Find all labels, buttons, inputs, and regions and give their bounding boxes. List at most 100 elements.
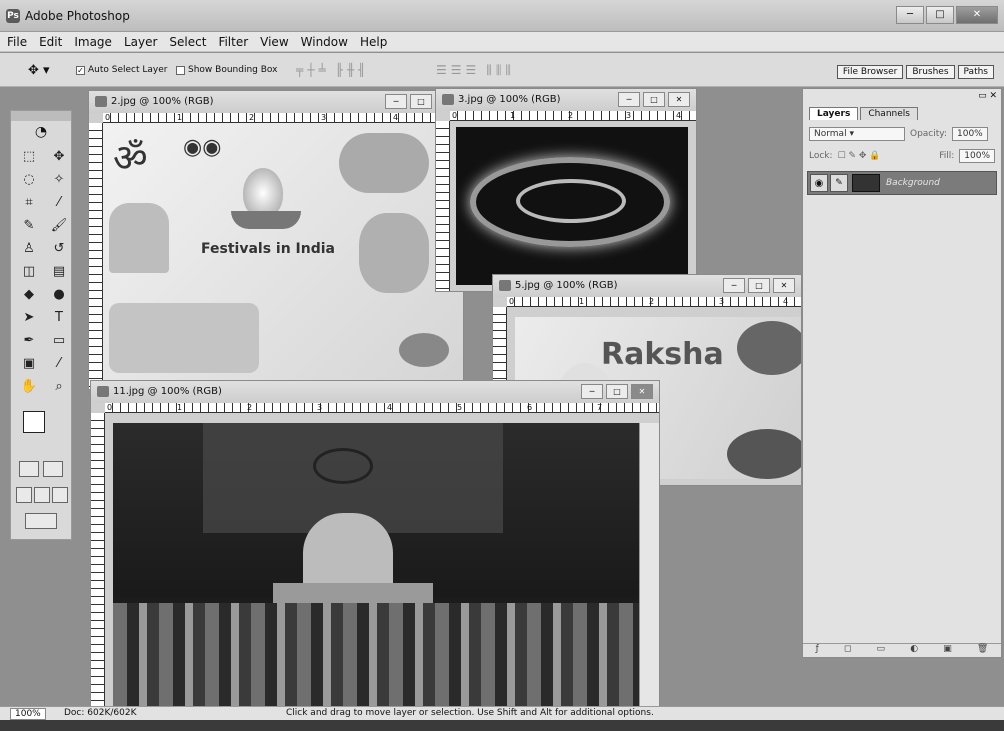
visibility-eye-icon[interactable]: ◉	[810, 174, 828, 192]
eyedropper-icon[interactable]: ⁄	[46, 354, 72, 374]
doc-close-button[interactable]: ✕	[773, 278, 795, 293]
auto-select-checkbox[interactable]: ✓	[76, 65, 85, 75]
crop-tool-icon[interactable]: ⌗	[16, 193, 42, 213]
opacity-field[interactable]: 100%	[952, 127, 988, 141]
new-layer-icon[interactable]: ▣	[943, 644, 952, 657]
zoom-level-field[interactable]: 100%	[10, 708, 46, 720]
doc-close-button[interactable]: ✕	[631, 384, 653, 399]
layer-style-icon[interactable]: ƒ	[816, 644, 819, 657]
tab-file-browser[interactable]: File Browser	[836, 65, 904, 79]
menu-window[interactable]: Window	[294, 32, 353, 49]
move-tool-icon[interactable]: ✥	[46, 147, 72, 167]
document-window-3[interactable]: 3.jpg @ 100% (RGB) ─ □ ✕ 0 1 2 3 4	[435, 88, 697, 292]
blur-tool-icon[interactable]: ◆	[16, 285, 42, 305]
menu-help[interactable]: Help	[353, 32, 392, 49]
minimize-button[interactable]: ─	[896, 6, 924, 24]
horizontal-ruler	[103, 113, 463, 123]
document-window-2[interactable]: 2.jpg @ 100% (RGB) ─□✕ 0 1 2 3 4 ॐ ◉◉ Fe…	[88, 90, 464, 390]
doc-close-button[interactable]: ✕	[668, 92, 690, 107]
doc-maximize-button[interactable]: □	[410, 94, 432, 109]
pen-tool-icon[interactable]: ✒	[16, 331, 42, 351]
gradient-tool-icon[interactable]: ▤	[46, 262, 72, 282]
canvas-diya-rangoli[interactable]	[456, 127, 688, 285]
doc-minimize-button[interactable]: ─	[581, 384, 603, 399]
lasso-tool-icon[interactable]: ◌	[16, 170, 42, 190]
marquee-tool-icon[interactable]: ⬚	[16, 147, 42, 167]
slice-tool-icon[interactable]: ⁄	[46, 193, 72, 213]
tab-paths[interactable]: Paths	[957, 65, 994, 79]
layer-row-background[interactable]: ◉ ✎ Background	[807, 171, 997, 195]
doc-size-info[interactable]: Doc: 602K/602K	[64, 708, 136, 718]
notes-tool-icon[interactable]: ▣	[16, 354, 42, 374]
document-titlebar[interactable]: 5.jpg @ 100% (RGB) ─ □ ✕	[493, 275, 801, 297]
delete-layer-icon[interactable]: 🗑	[977, 644, 988, 657]
menu-view[interactable]: View	[253, 32, 293, 49]
history-brush-icon[interactable]: ↺	[46, 239, 72, 259]
vertical-ruler	[89, 123, 103, 389]
doc-minimize-button[interactable]: ─	[618, 92, 640, 107]
foreground-color-swatch[interactable]	[23, 411, 45, 433]
brush-tool-icon[interactable]: 🖌	[46, 216, 72, 236]
adjustment-layer-icon[interactable]: ◐	[910, 644, 918, 657]
move-tool-preset-icon[interactable]: ✥ ▾	[28, 63, 50, 78]
eraser-tool-icon[interactable]: ◫	[16, 262, 42, 282]
quick-mask-button[interactable]	[43, 461, 63, 477]
doc-minimize-button[interactable]: ─	[385, 94, 407, 109]
healing-brush-icon[interactable]: ✎	[16, 216, 42, 236]
toolbox-header[interactable]	[11, 111, 71, 121]
show-bounding-box-option[interactable]: Show Bounding Box	[176, 65, 277, 75]
screen-mode-full-button[interactable]	[52, 487, 68, 503]
doc-maximize-button[interactable]: □	[748, 278, 770, 293]
vertical-ruler	[91, 413, 105, 709]
blend-mode-select[interactable]: Normal ▾	[809, 127, 905, 141]
horizontal-ruler	[105, 403, 659, 413]
fill-field[interactable]: 100%	[959, 149, 995, 163]
standard-mode-button[interactable]	[19, 461, 39, 477]
panel-controls[interactable]: ▭ ✕	[978, 91, 997, 101]
canvas-festivals[interactable]: ॐ ◉◉ Festivals in India	[103, 123, 463, 389]
document-titlebar[interactable]: 2.jpg @ 100% (RGB) ─□✕	[89, 91, 463, 113]
menu-edit[interactable]: Edit	[32, 32, 67, 49]
maximize-button[interactable]: □	[926, 6, 954, 24]
tab-brushes[interactable]: Brushes	[906, 65, 955, 79]
menu-select[interactable]: Select	[162, 32, 211, 49]
menu-layer[interactable]: Layer	[117, 32, 162, 49]
zoom-tool-icon[interactable]: ⌕	[46, 377, 72, 397]
document-titlebar[interactable]: 11.jpg @ 100% (RGB) ─ □ ✕	[91, 381, 659, 403]
mask-icon[interactable]: ◻	[844, 644, 851, 657]
doc-minimize-button[interactable]: ─	[723, 278, 745, 293]
shape-tool-icon[interactable]: ▭	[46, 331, 72, 351]
lock-icons[interactable]: ☐ ✎ ✥ 🔒	[838, 151, 881, 161]
clone-stamp-icon[interactable]: ♙	[16, 239, 42, 259]
menu-file[interactable]: File	[0, 32, 32, 49]
distribute-icons[interactable]: ☰ ☰ ☰ ⫼ ⫼ ⫼	[436, 63, 511, 78]
align-icons[interactable]: ╤ ┼ ╧ ╟ ╫ ╢	[296, 63, 365, 77]
close-button[interactable]: ✕	[956, 6, 998, 24]
magic-wand-icon[interactable]: ✧	[46, 170, 72, 190]
goddess-face-image: ◉◉	[183, 135, 222, 160]
document-scrollbar[interactable]	[639, 423, 659, 709]
auto-select-layer-option[interactable]: ✓ Auto Select Layer	[76, 65, 167, 75]
tab-layers[interactable]: Layers	[809, 107, 859, 120]
canvas-taj-mahal-stage[interactable]	[113, 423, 639, 709]
hand-tool-icon[interactable]: ✋	[16, 377, 42, 397]
document-titlebar[interactable]: 3.jpg @ 100% (RGB) ─ □ ✕	[436, 89, 696, 111]
screen-mode-standard-button[interactable]	[16, 487, 32, 503]
type-tool-icon[interactable]: T	[46, 308, 72, 328]
menu-filter[interactable]: Filter	[211, 32, 253, 49]
ruler-label: 4	[676, 111, 682, 120]
document-window-11[interactable]: 11.jpg @ 100% (RGB) ─ □ ✕ 0 1 2 3 4 5 6 7	[90, 380, 660, 710]
path-selection-icon[interactable]: ➤	[16, 308, 42, 328]
doc-maximize-button[interactable]: □	[643, 92, 665, 107]
ruler-label: 5	[457, 403, 463, 412]
dodge-tool-icon[interactable]: ●	[46, 285, 72, 305]
document-title: 2.jpg @ 100% (RGB)	[111, 96, 214, 107]
bounding-box-checkbox[interactable]	[176, 65, 185, 75]
tab-channels[interactable]: Channels	[860, 107, 918, 120]
layer-set-icon[interactable]: ▭	[877, 644, 886, 657]
menu-image[interactable]: Image	[67, 32, 117, 49]
adobe-online-icon[interactable]: ◔	[11, 121, 71, 143]
doc-maximize-button[interactable]: □	[606, 384, 628, 399]
screen-mode-full-menu-button[interactable]	[34, 487, 50, 503]
jump-to-imageready-button[interactable]	[25, 513, 57, 529]
